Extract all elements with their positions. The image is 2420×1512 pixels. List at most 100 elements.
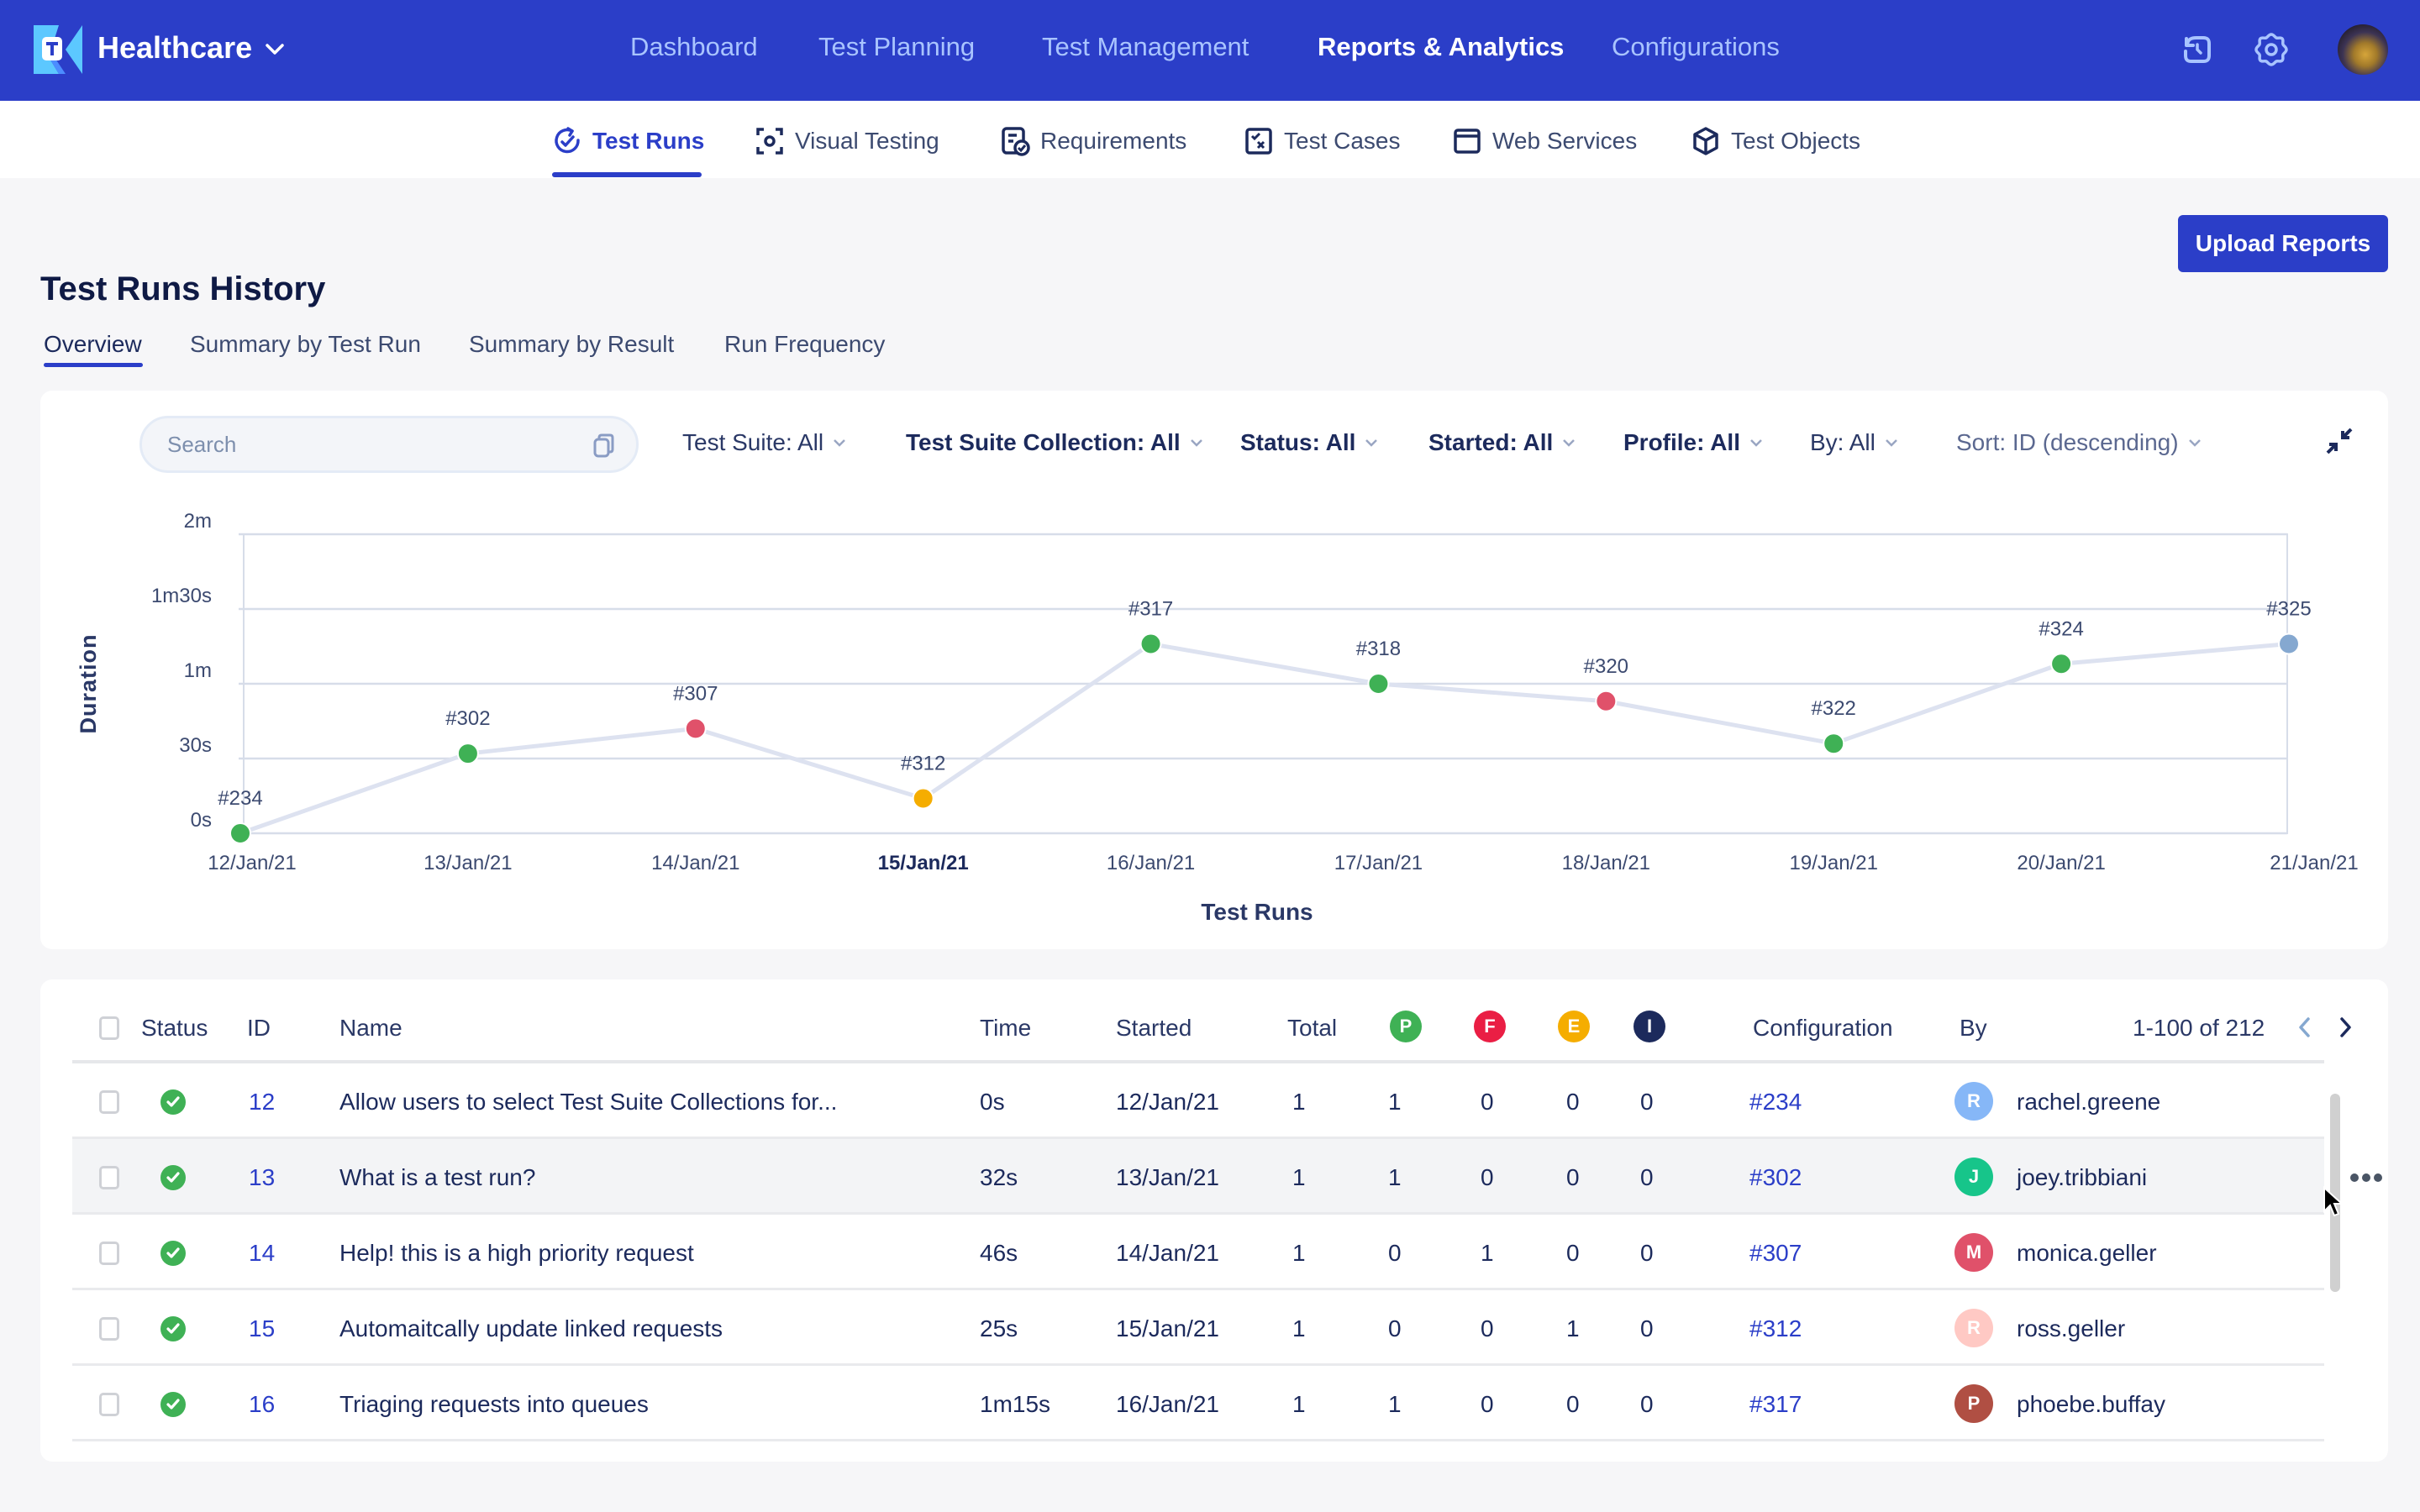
run-total: 1	[1292, 1391, 1306, 1417]
run-id-link[interactable]: 15	[249, 1315, 275, 1342]
user-avatar: P	[1954, 1384, 1993, 1423]
user-avatar: R	[1954, 1309, 1993, 1347]
configuration-link[interactable]: #307	[1749, 1240, 1802, 1267]
chart-card: 0s 30s 1m 1m30s 2m Duration Test Runs 12/Jan/21…	[40, 391, 2388, 949]
configuration-link[interactable]: #317	[1749, 1391, 1802, 1418]
tab-overview[interactable]: Overview	[44, 331, 142, 358]
run-id-link[interactable]: 14	[249, 1240, 275, 1267]
table-row[interactable]: 15 Automaitcally update linked requests 25…	[72, 1290, 2324, 1366]
table-row[interactable]: 13 What is a test run? 32s 13/Jan/21 1 1 0 0 0 #3…	[72, 1139, 2382, 1215]
header-time[interactable]: Time	[980, 1015, 1031, 1042]
data-point-label: #322	[1812, 697, 1856, 720]
run-error-count: 1	[1566, 1315, 1580, 1341]
passed-status-icon	[160, 1089, 186, 1115]
run-total: 1	[1292, 1240, 1306, 1266]
nav-reports-analytics[interactable]: Reports & Analytics	[1318, 32, 1564, 62]
run-by-user: monica.geller	[2017, 1240, 2157, 1266]
run-name[interactable]: Help! this is a high priority request	[339, 1240, 694, 1267]
subtab-web-services[interactable]: Web Services	[1452, 124, 1637, 158]
tab-summary-by-result[interactable]: Summary by Result	[469, 331, 674, 358]
run-id-link[interactable]: 13	[249, 1164, 275, 1191]
run-by-user: joey.tribbiani	[2017, 1164, 2148, 1190]
tab-summary-by-test-run[interactable]: Summary by Test Run	[190, 331, 421, 358]
copy-icon[interactable]	[591, 432, 618, 459]
header-id[interactable]: ID	[247, 1015, 271, 1042]
subtab-label: Test Runs	[592, 128, 705, 154]
test-cases-icon	[1245, 128, 1272, 155]
y-tick-label: 1m	[184, 659, 212, 682]
data-point	[684, 717, 707, 740]
workspace-name[interactable]: Healthcare	[97, 30, 252, 66]
run-name[interactable]: Triaging requests into queues	[339, 1391, 649, 1418]
gear-icon[interactable]	[2250, 29, 2292, 71]
search-input[interactable]	[167, 418, 571, 470]
filter-profile[interactable]: Profile: All	[1623, 429, 1764, 456]
tab-run-frequency[interactable]: Run Frequency	[724, 331, 885, 358]
subtab-requirements[interactable]: Requirements	[1000, 124, 1186, 158]
run-name[interactable]: What is a test run?	[339, 1164, 535, 1191]
run-id-link[interactable]: 12	[249, 1089, 275, 1116]
y-tick-label: 2m	[184, 510, 212, 533]
row-checkbox[interactable]	[99, 1090, 119, 1114]
header-started[interactable]: Started	[1116, 1015, 1192, 1042]
collapse-icon[interactable]	[2323, 424, 2356, 458]
subtab-test-objects[interactable]: Test Objects	[1691, 124, 1860, 158]
user-avatar: M	[1954, 1233, 1993, 1272]
app-logo-icon[interactable]	[34, 25, 82, 74]
y-tick-label: 30s	[179, 734, 212, 757]
top-navigation-bar: Healthcare Dashboard Test Planning Test …	[0, 0, 2420, 101]
run-name[interactable]: Allow users to select Test Suite Collect…	[339, 1089, 837, 1116]
visual-testing-icon	[756, 128, 783, 155]
subtab-test-cases[interactable]: Test Cases	[1244, 124, 1401, 158]
select-all-checkbox[interactable]	[99, 1016, 119, 1040]
nav-test-planning[interactable]: Test Planning	[818, 32, 975, 62]
data-point	[456, 743, 479, 765]
header-configuration[interactable]: Configuration	[1753, 1015, 1893, 1042]
row-checkbox[interactable]	[99, 1317, 119, 1341]
run-incomplete-count: 0	[1640, 1391, 1654, 1417]
nav-dashboard[interactable]: Dashboard	[630, 32, 758, 62]
filter-status[interactable]: Status: All	[1240, 429, 1379, 456]
table-row[interactable]: 12 Allow users to select Test Suite Colle…	[72, 1063, 2324, 1139]
row-checkbox[interactable]	[99, 1242, 119, 1265]
chevron-down-icon[interactable]	[262, 39, 287, 59]
row-checkbox[interactable]	[99, 1393, 119, 1416]
filter-started[interactable]: Started: All	[1428, 429, 1576, 456]
nav-test-management[interactable]: Test Management	[1042, 32, 1249, 62]
data-point-label: #324	[2039, 617, 2083, 640]
filter-test-suite[interactable]: Test Suite: All	[682, 429, 847, 456]
subtab-test-runs[interactable]: Test Runs	[552, 124, 704, 158]
sort-dropdown[interactable]: Sort: ID (descending)	[1956, 429, 2202, 456]
previous-page-icon[interactable]	[2292, 1013, 2317, 1042]
configuration-link[interactable]: #302	[1749, 1164, 1802, 1191]
header-name[interactable]: Name	[339, 1015, 402, 1042]
filter-label: Profile: All	[1623, 429, 1740, 455]
table-row[interactable]: 16 Triaging requests into queues 1m15s 16/J…	[72, 1366, 2324, 1441]
upload-reports-button[interactable]: Upload Reports	[2178, 215, 2388, 272]
table-row[interactable]: 14 Help! this is a high priority request 4…	[72, 1215, 2324, 1290]
run-name[interactable]: Automaitcally update linked requests	[339, 1315, 723, 1342]
subtab-visual-testing[interactable]: Visual Testing	[755, 124, 939, 158]
failed-badge: F	[1474, 1011, 1506, 1042]
header-by[interactable]: By	[1960, 1015, 1987, 1042]
subtab-label: Visual Testing	[795, 128, 939, 154]
filter-by[interactable]: By: All	[1810, 429, 1899, 456]
configuration-link[interactable]: #312	[1749, 1315, 1802, 1342]
nav-configurations[interactable]: Configurations	[1612, 32, 1780, 62]
row-checkbox[interactable]	[99, 1166, 119, 1189]
more-options-icon[interactable]	[2349, 1173, 2383, 1183]
x-tick-label: 19/Jan/21	[1790, 852, 1878, 874]
header-status[interactable]: Status	[141, 1015, 208, 1042]
user-avatar[interactable]	[2338, 24, 2388, 75]
header-total[interactable]: Total	[1287, 1015, 1337, 1042]
next-page-icon[interactable]	[2333, 1013, 2358, 1042]
run-id-link[interactable]: 16	[249, 1391, 275, 1418]
y-tick-label: 0s	[191, 809, 212, 832]
filter-test-suite-collection[interactable]: Test Suite Collection: All	[906, 429, 1204, 456]
incomplete-badge: I	[1634, 1011, 1665, 1042]
run-incomplete-count: 0	[1640, 1315, 1654, 1341]
duration-line-chart: 0s 30s 1m 1m30s 2m Duration Test Runs 12/Jan/21…	[76, 510, 2359, 925]
configuration-link[interactable]: #234	[1749, 1089, 1802, 1116]
history-icon[interactable]	[2176, 29, 2218, 71]
filter-label: Sort: ID (descending)	[1956, 429, 2179, 455]
